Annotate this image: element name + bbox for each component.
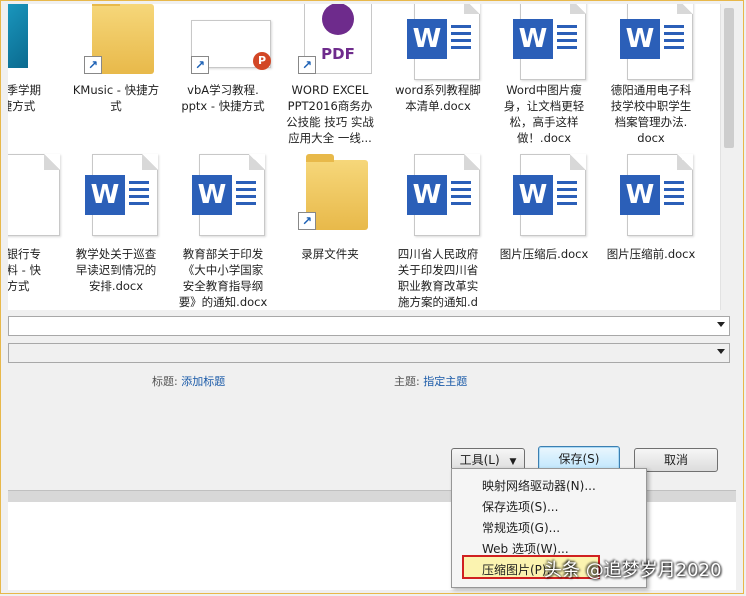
menu-item-save-options[interactable]: 保存选项(S)...: [482, 498, 558, 515]
file-name-label: 图片压缩前.docx: [606, 247, 696, 261]
filename-input[interactable]: [8, 316, 730, 336]
save-type-select[interactable]: [8, 343, 730, 363]
subject-value[interactable]: 指定主题: [423, 375, 467, 388]
scrollbar-thumb[interactable]: [724, 8, 734, 148]
file-name-label: 教学处关于巡查 早读迟到情况的 安排.docx: [75, 247, 157, 293]
file-name-label: KMusic - 快捷方 式: [72, 83, 160, 113]
file-name-label: word系列教程脚 本清单.docx: [395, 83, 481, 113]
file-name-label: WORD EXCEL PPT2016商务办 公技能 技巧 实战 应用大全 一线.…: [286, 83, 374, 145]
title-meta: 标题: 添加标题: [152, 373, 225, 389]
title-value[interactable]: 添加标题: [181, 375, 225, 388]
file-name-label: Word中图片瘦 身，让文档更轻 松，高手这样 做！.docx: [503, 83, 585, 145]
watermark: 头条 @追梦岁月2020: [544, 560, 722, 581]
file-list-area[interactable]: 秋季学期 捷方式↗KMusic - 快捷方 式P↗vbA学习教程. pptx -…: [8, 4, 720, 310]
subject-meta: 主题: 指定主题: [394, 373, 467, 389]
chevron-down-icon[interactable]: [717, 349, 725, 354]
powerpoint-icon: P: [253, 52, 271, 70]
file-name-label: 德阳通用电子科 技学校中职学生 档案管理办法. docx: [610, 83, 692, 145]
file-name-label: 教育部关于印发 《大中小学国家 安全教育指导纲 要》的通知.docx: [178, 247, 268, 309]
menu-item-map-drive[interactable]: 映射网络驱动器(N)...: [482, 477, 596, 494]
file-name-label: 图片压缩后.docx: [499, 247, 589, 261]
subject-key: 主题:: [394, 375, 420, 388]
tools-label: 工具(L): [459, 453, 500, 467]
chevron-down-icon: ▼: [509, 457, 517, 467]
chevron-down-icon[interactable]: [717, 322, 725, 327]
file-name-label: 四川省人民政府 关于印发四川省 职业教育改革实 施方案的通知.d: [397, 247, 479, 309]
file-name-label: 分银行专 材料 - 快 方式: [8, 247, 41, 293]
file-name-label: vbA学习教程. pptx - 快捷方式: [181, 83, 265, 113]
menu-item-general-options[interactable]: 常规选项(G)...: [482, 519, 560, 536]
vertical-scrollbar[interactable]: [720, 4, 737, 310]
file-name-label: 录屏文件夹: [301, 247, 359, 261]
file-name-label: 秋季学期 捷方式: [8, 83, 41, 113]
title-key: 标题:: [152, 375, 178, 388]
menu-item-web-options[interactable]: Web 选项(W)...: [482, 540, 569, 557]
